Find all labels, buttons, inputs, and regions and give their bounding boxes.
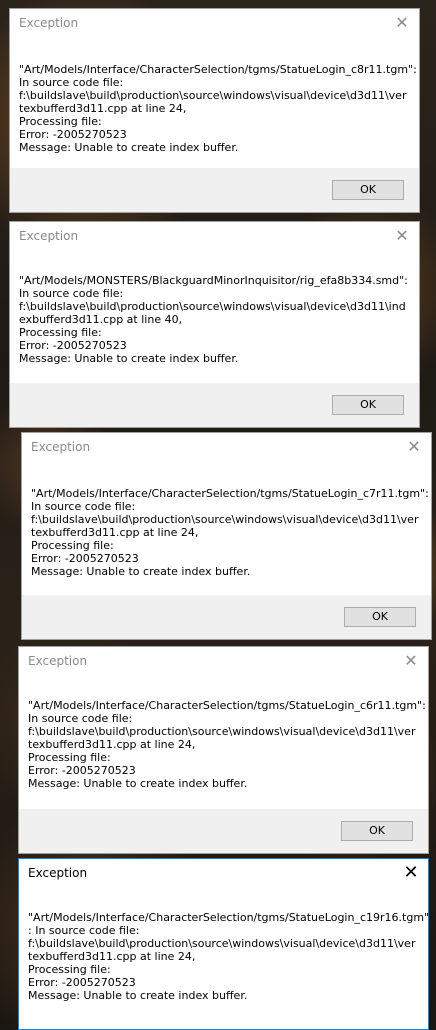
message-line: : In source code file: [28,924,140,937]
message-line: Message: Unable to create index buffer. [19,141,239,154]
close-icon[interactable]: ✕ [400,650,422,672]
ok-button[interactable]: OK [341,821,413,841]
dialog-title: Exception [19,229,79,243]
dialog-title: Exception [28,654,88,668]
message-line: Processing file: [19,115,102,128]
message-line: f:\buildslave\build\production\source\wi… [28,937,416,950]
title-bar[interactable]: Exception ✕ [19,647,428,677]
message-line: Processing file: [31,539,114,552]
exception-dialog-5: Exception ✕ "Art/Models/Interface/Charac… [18,858,429,1030]
exception-dialog-4: Exception ✕ "Art/Models/Interface/Charac… [18,646,429,854]
button-bar: OK [10,168,419,212]
close-icon[interactable]: ✕ [403,436,425,458]
message-line: Processing file: [28,963,111,976]
message-line: In source code file: [28,712,133,725]
ok-button[interactable]: OK [332,395,404,415]
exception-dialog-2: Exception ✕ "Art/Models/MONSTERS/Blackgu… [9,221,420,428]
message-line: In source code file: [31,500,136,513]
message-line: f:\buildslave\build\production\source\wi… [31,513,419,526]
title-bar[interactable]: Exception ✕ [22,433,431,463]
message-line: Error: -2005270523 [31,552,139,565]
button-bar: OK [19,809,428,853]
message-body: "Art/Models/Interface/CharacterSelection… [28,699,426,790]
message-line: Error: -2005270523 [19,339,127,352]
exception-dialog-1: Exception ✕ "Art/Models/Interface/Charac… [9,8,420,213]
message-line: "Art/Models/Interface/CharacterSelection… [19,63,417,76]
exception-dialog-3: Exception ✕ "Art/Models/Interface/Charac… [21,432,432,640]
title-bar[interactable]: Exception ✕ [19,859,428,889]
dialog-title: Exception [19,16,79,30]
dialog-title: Exception [31,440,91,454]
message-line: f:\buildslave\build\production\source\wi… [19,89,407,102]
close-icon[interactable]: ✕ [400,862,422,884]
close-icon[interactable]: ✕ [391,12,413,34]
message-line: f:\buildslave\build\production\source\wi… [28,725,416,738]
button-bar: OK [10,383,419,427]
message-line: "Art/Models/MONSTERS/BlackguardMinorInqu… [19,274,408,287]
message-line: texbufferd3d11.cpp at line 24, [19,102,187,115]
button-bar: OK [22,595,431,639]
message-line: Error: -2005270523 [28,764,136,777]
message-line: Message: Unable to create index buffer. [31,565,251,578]
message-line: In source code file: [19,76,124,89]
dialog-title: Exception [28,866,88,880]
close-icon[interactable]: ✕ [391,225,413,247]
message-line: texbufferd3d11.cpp at line 24, [28,738,196,751]
ok-button[interactable]: OK [332,180,404,200]
message-line: Error: -2005270523 [28,976,136,989]
message-line: "Art/Models/Interface/CharacterSelection… [28,699,426,712]
message-line: "Art/Models/Interface/CharacterSelection… [28,911,430,924]
message-body: "Art/Models/MONSTERS/BlackguardMinorInqu… [19,274,411,365]
message-line: "Art/Models/Interface/CharacterSelection… [31,487,429,500]
message-line: Message: Unable to create index buffer. [28,989,248,1002]
message-line: texbufferd3d11.cpp at line 24, [28,950,196,963]
message-body: "Art/Models/Interface/CharacterSelection… [28,911,430,1002]
message-line: texbufferd3d11.cpp at line 24, [31,526,199,539]
message-line: Message: Unable to create index buffer. [28,777,248,790]
message-body: "Art/Models/Interface/CharacterSelection… [19,63,417,154]
message-line: In source code file: [19,287,124,300]
message-line: Processing file: [28,751,111,764]
message-line: Error: -2005270523 [19,128,127,141]
ok-button[interactable]: OK [344,607,416,627]
message-line: Processing file: [19,326,102,339]
message-line: Message: Unable to create index buffer. [19,352,239,365]
message-line: f:\buildslave\build\production\source\wi… [19,300,406,313]
title-bar[interactable]: Exception ✕ [10,222,419,252]
message-line: exbufferd3d11.cpp at line 40, [19,313,183,326]
message-body: "Art/Models/Interface/CharacterSelection… [31,487,429,578]
title-bar[interactable]: Exception ✕ [10,9,419,39]
